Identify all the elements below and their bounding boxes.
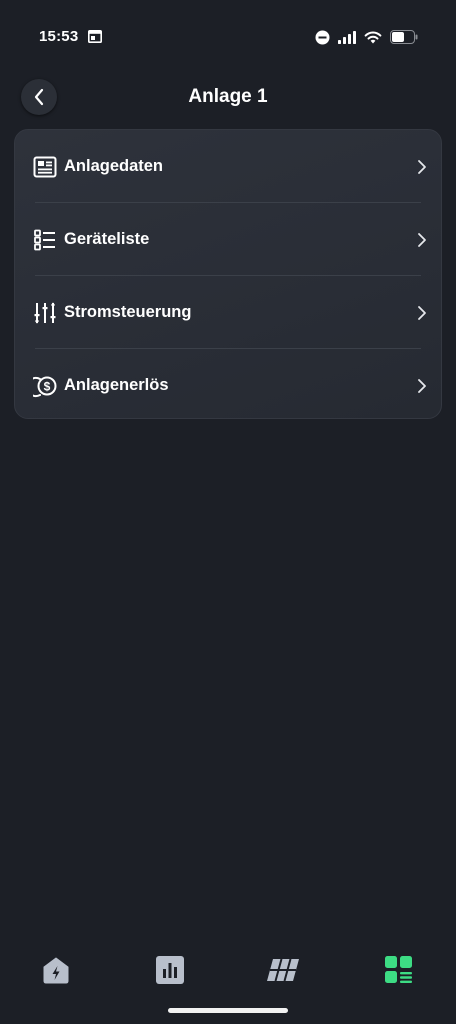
- svg-text:$: $: [44, 379, 51, 393]
- list-icon: [34, 229, 55, 250]
- menu-item-anlagedaten[interactable]: Anlagedaten: [15, 130, 441, 203]
- nav-home[interactable]: [38, 952, 74, 988]
- home-indicator[interactable]: [168, 1008, 288, 1013]
- menu-item-label: Anlagedaten: [64, 157, 164, 175]
- wifi-icon: [364, 31, 382, 43]
- menu-item-label: Stromsteuerung: [64, 303, 192, 321]
- menu-card: Anlagedaten Geräteliste Stromsteuerung $…: [14, 129, 442, 419]
- chevron-right-icon: [418, 305, 426, 320]
- battery-icon: [390, 30, 418, 44]
- nav-solar[interactable]: [266, 952, 302, 988]
- menu-item-stromsteuerung[interactable]: Stromsteuerung: [15, 276, 441, 349]
- do-not-disturb-icon: [315, 30, 330, 44]
- menu-item-label: Anlagenerlös: [64, 376, 169, 394]
- home-energy-icon: [43, 957, 69, 984]
- sliders-icon: [34, 301, 56, 324]
- menu-item-geraeteliste[interactable]: Geräteliste: [15, 203, 441, 276]
- menu-item-label: Geräteliste: [64, 230, 150, 248]
- chevron-right-icon: [418, 159, 426, 174]
- calendar-icon: [88, 30, 102, 43]
- coins-icon: $: [33, 376, 57, 397]
- solar-panel-icon: [267, 958, 299, 982]
- nav-statistics[interactable]: [152, 952, 188, 988]
- status-indicators: [315, 28, 418, 46]
- chevron-right-icon: [418, 232, 426, 247]
- dashboard-grid-icon: [385, 956, 412, 983]
- bar-chart-icon: [156, 956, 184, 984]
- chevron-right-icon: [418, 378, 426, 393]
- signal-icon: [338, 30, 356, 44]
- bottom-nav: [0, 948, 456, 996]
- menu-item-anlagenerloes[interactable]: $ Anlagenerlös: [15, 349, 441, 418]
- status-bar: 15:53: [0, 0, 456, 70]
- document-icon: [33, 156, 57, 177]
- page-title: Anlage 1: [188, 86, 268, 107]
- nav-dashboard[interactable]: [381, 952, 417, 988]
- status-time: 15:53: [39, 28, 79, 45]
